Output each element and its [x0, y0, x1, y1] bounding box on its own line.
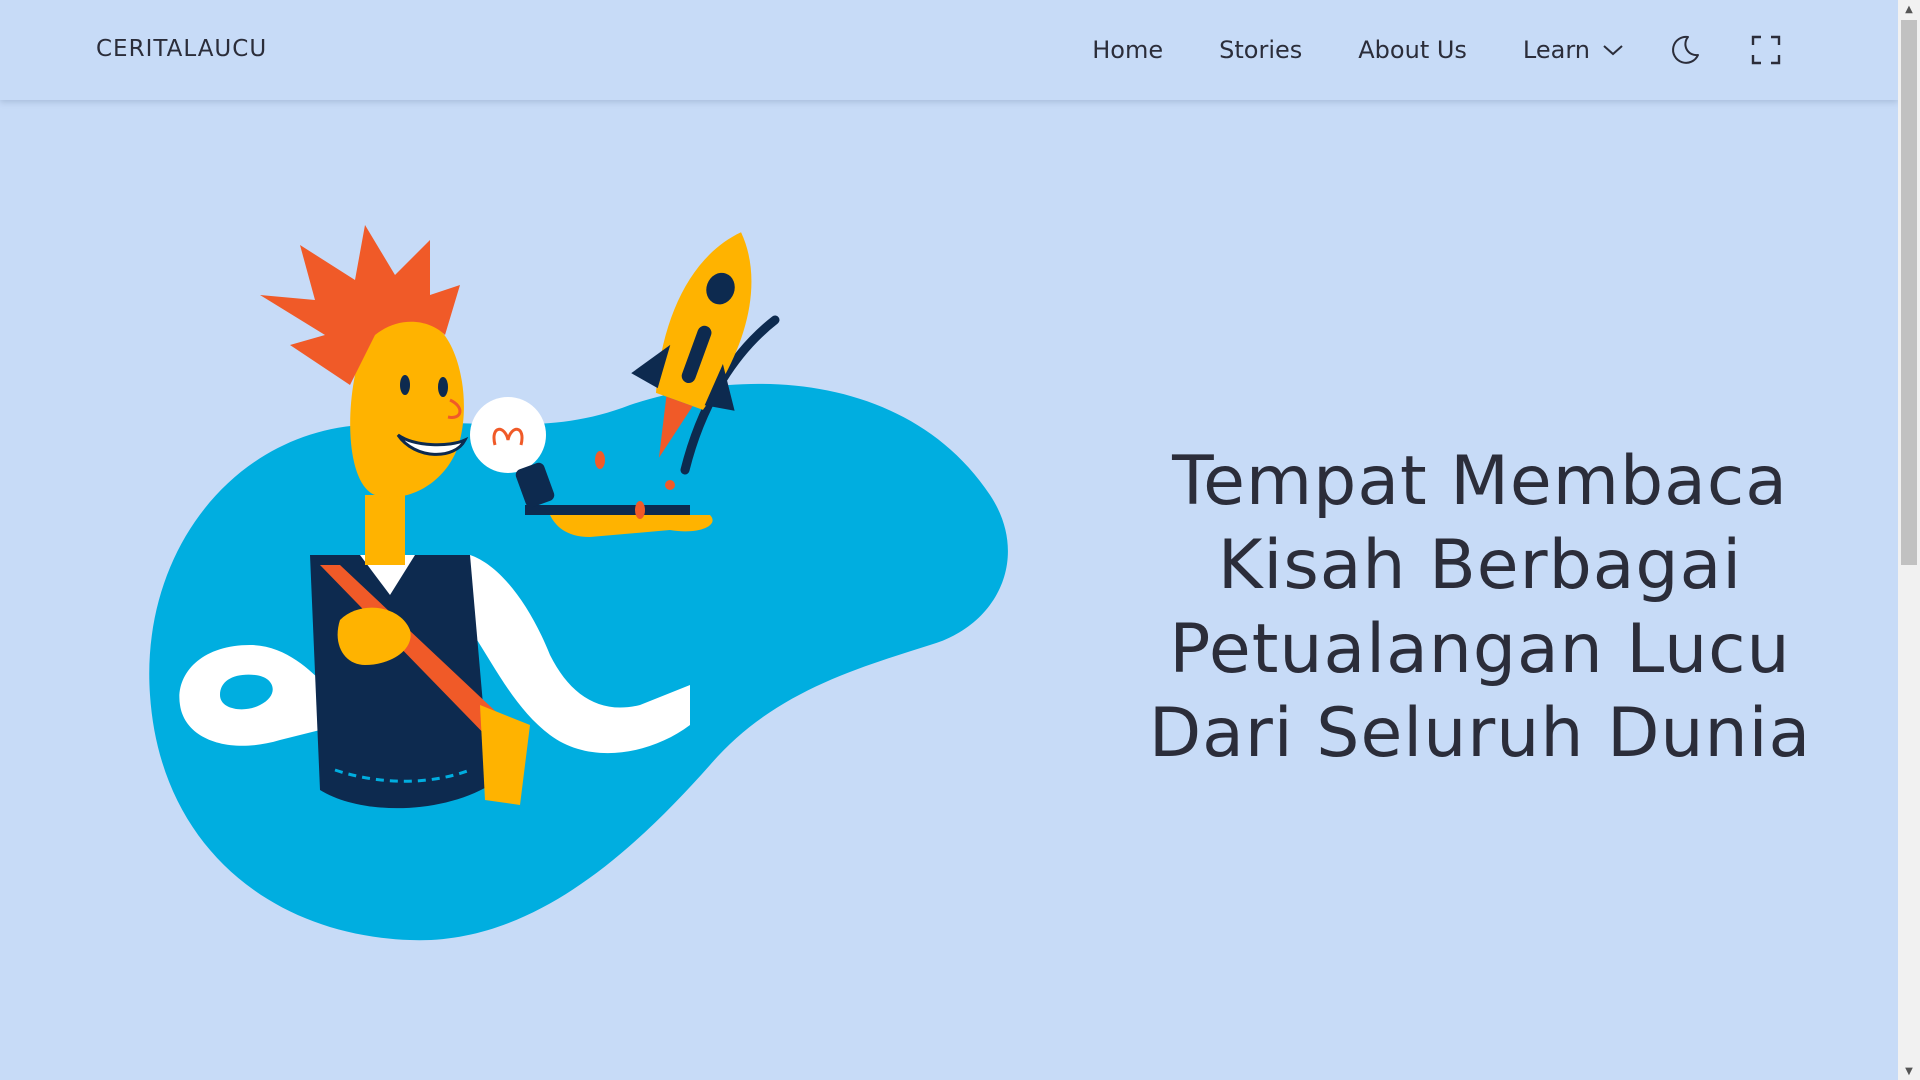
scroll-up-arrow-icon[interactable]: ▲: [1898, 0, 1920, 18]
hero-line-4: Dari Seluruh Dunia: [1148, 694, 1812, 773]
nav-about-us[interactable]: About Us: [1358, 36, 1467, 64]
spark: [665, 480, 675, 490]
chevron-down-icon: [1603, 45, 1623, 56]
laptop-base: [525, 505, 690, 515]
spark: [595, 451, 605, 469]
nav-links: Home Stories About Us Learn: [1092, 0, 1624, 100]
nav-learn-dropdown[interactable]: Learn: [1523, 36, 1624, 64]
brand-logo-text[interactable]: CERITALAUCU: [96, 36, 267, 62]
hero-heading: Tempat Membaca Kisah Berbagai Petualanga…: [1120, 440, 1840, 776]
hero-line-3: Petualangan Lucu: [1169, 610, 1791, 689]
navbar: CERITALAUCU Home Stories About Us Learn: [0, 0, 1898, 100]
scroll-down-arrow-icon[interactable]: ▼: [1898, 1062, 1920, 1080]
fullscreen-icon[interactable]: [1749, 33, 1783, 67]
hero-line-2: Kisah Berbagai: [1217, 526, 1743, 605]
page: CERITALAUCU Home Stories About Us Learn: [0, 0, 1920, 1080]
nav-stories[interactable]: Stories: [1219, 36, 1302, 64]
nav-learn-label: Learn: [1522, 36, 1590, 64]
nav-home[interactable]: Home: [1092, 36, 1163, 64]
neck: [365, 495, 405, 565]
scrollbar[interactable]: ▲ ▼: [1898, 0, 1920, 1080]
moon-icon[interactable]: [1668, 33, 1702, 67]
hero-illustration: [149, 225, 1008, 941]
scroll-thumb[interactable]: [1901, 20, 1917, 565]
eye-right: [438, 377, 448, 397]
hero-line-1: Tempat Membaca: [1172, 442, 1788, 521]
eye-left: [400, 375, 410, 395]
spark: [635, 501, 645, 519]
